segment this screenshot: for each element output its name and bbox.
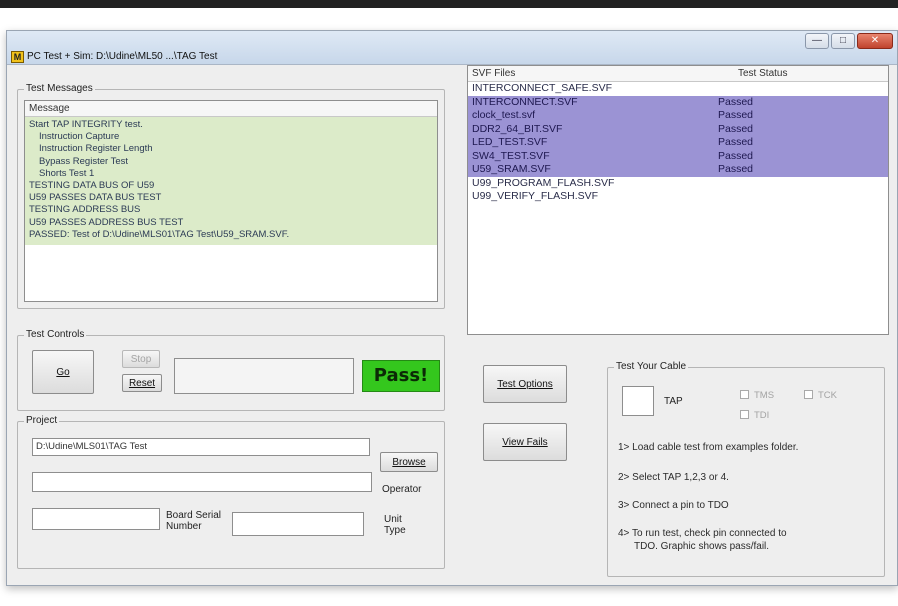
svf-row[interactable]: INTERCONNECT.SVF Passed — [468, 95, 888, 109]
operator-label: Operator — [382, 484, 422, 495]
unit-type-field[interactable] — [232, 512, 364, 536]
svf-row[interactable]: U99_VERIFY_FLASH.SVF — [468, 190, 888, 204]
view-fails-button[interactable]: View Fails — [483, 423, 567, 461]
window-controls: — □ ✕ — [805, 33, 893, 49]
stop-button[interactable]: Stop — [122, 350, 160, 368]
svf-row[interactable]: LED_TEST.SVF Passed — [468, 136, 888, 150]
app-window: M PC Test + Sim: D:\Udine\ML50 ...\TAG T… — [6, 30, 898, 586]
svf-test-status: Passed — [718, 122, 754, 135]
screenshot-stage: M PC Test + Sim: D:\Udine\ML50 ...\TAG T… — [0, 0, 898, 606]
message-line: TESTING ADDRESS BUS — [29, 204, 141, 216]
test-controls-group-label: Test Controls — [24, 329, 87, 340]
close-button[interactable]: ✕ — [857, 33, 893, 49]
test-messages-group-label: Test Messages — [24, 83, 95, 94]
svf-file-name: LED_TEST.SVF — [472, 136, 548, 148]
svf-file-name: U59_SRAM.SVF — [472, 163, 551, 175]
browse-button[interactable]: Browse — [380, 452, 438, 472]
test-status-column-header[interactable]: Test Status — [738, 66, 787, 81]
svf-row[interactable]: U59_SRAM.SVF Passed — [468, 163, 888, 177]
svf-test-status: Passed — [718, 109, 754, 121]
svf-list-header: SVF Files Test Status — [468, 66, 888, 82]
message-column-header[interactable]: Message — [25, 101, 437, 117]
svf-file-name: SW4_TEST.SVF — [472, 149, 550, 162]
message-line: TESTING DATA BUS OF U59 — [29, 180, 155, 192]
tck-checkbox[interactable] — [804, 390, 813, 399]
svf-row[interactable]: U99_PROGRAM_FLASH.SVF — [468, 177, 888, 191]
test-controls-group: Test Controls Go Stop Reset Pass! — [17, 329, 445, 411]
svf-test-status: Passed — [718, 136, 754, 148]
svf-files-list[interactable]: SVF Files Test Status INTERCONNECT_SAFE.… — [467, 65, 889, 335]
message-line: U59 PASSES DATA BUS TEST — [29, 192, 162, 204]
message-line: Instruction Register Length — [39, 143, 153, 155]
cable-instruction-4-cont: TDO. Graphic shows pass/fail. — [634, 541, 770, 552]
tap-label: TAP — [664, 396, 683, 407]
reset-button-label: Reset — [128, 377, 156, 389]
svf-files-column-header[interactable]: SVF Files — [472, 68, 515, 79]
project-path-field[interactable]: D:\Udine\MLS01\TAG Test — [32, 438, 370, 456]
test-messages-group: Test Messages Message Start TAP INTEGRIT… — [17, 83, 445, 309]
svf-file-name: INTERCONNECT.SVF — [472, 95, 578, 108]
cable-instruction-2: 2> Select TAP 1,2,3 or 4. — [618, 472, 729, 483]
message-line: Shorts Test 1 — [39, 167, 95, 179]
svf-row[interactable]: DDR2_64_BIT.SVF Passed — [468, 122, 888, 136]
svf-file-name: DDR2_64_BIT.SVF — [472, 122, 563, 135]
tdi-checkbox-label: TDI — [754, 410, 770, 421]
unit-type-label: Unit Type — [384, 514, 406, 536]
tck-checkbox-label: TCK — [818, 390, 837, 401]
reset-button[interactable]: Reset — [122, 374, 162, 392]
view-fails-button-label: View Fails — [502, 436, 548, 448]
svf-test-status: Passed — [718, 95, 754, 108]
tdi-checkbox[interactable] — [740, 410, 749, 419]
svf-row[interactable]: clock_test.svf Passed — [468, 109, 888, 123]
svf-file-name: U99_PROGRAM_FLASH.SVF — [472, 176, 615, 189]
app-logo-icon: M — [11, 51, 24, 63]
message-line: Bypass Register Test — [39, 155, 129, 167]
tap-number-field[interactable] — [622, 386, 654, 416]
board-serial-label: Board Serial Number — [166, 510, 222, 532]
progress-box — [174, 358, 354, 394]
maximize-button[interactable]: □ — [831, 33, 855, 49]
svf-test-status: Passed — [718, 163, 754, 175]
test-options-button[interactable]: Test Options — [483, 365, 567, 403]
cable-instruction-3: 3> Connect a pin to TDO — [618, 500, 729, 511]
svf-row[interactable]: SW4_TEST.SVF Passed — [468, 149, 888, 163]
svf-file-name: clock_test.svf — [472, 109, 536, 121]
top-dark-strip — [0, 0, 898, 8]
test-cable-group-label: Test Your Cable — [614, 361, 689, 372]
project-group-label: Project — [24, 415, 60, 426]
tms-checkbox[interactable] — [740, 390, 749, 399]
board-serial-field[interactable] — [32, 508, 160, 530]
operator-field[interactable] — [32, 472, 372, 492]
svf-file-name: INTERCONNECT_SAFE.SVF — [472, 82, 613, 94]
test-cable-group: Test Your Cable TAP TMS TCK TDI 1> Load … — [607, 361, 885, 577]
title-bar: M PC Test + Sim: D:\Udine\ML50 ...\TAG T… — [7, 31, 897, 65]
message-lines: Start TAP INTEGRITY test. Instruction Ca… — [25, 117, 437, 246]
message-line: Start TAP INTEGRITY test. — [29, 119, 143, 130]
tms-checkbox-label: TMS — [754, 390, 775, 401]
message-line: U59 PASSES ADDRESS BUS TEST — [29, 216, 184, 228]
svf-file-name: U99_VERIFY_FLASH.SVF — [472, 190, 599, 202]
go-button[interactable]: Go — [32, 350, 94, 394]
test-options-button-label: Test Options — [497, 378, 553, 390]
svf-rows: INTERCONNECT_SAFE.SVF INTERCONNECT.SVF Pa… — [468, 82, 888, 204]
cable-instruction-4: 4> To run test, check pin connected to — [618, 528, 787, 539]
pass-result-badge: Pass! — [362, 360, 440, 392]
message-line: Instruction Capture — [39, 131, 120, 143]
browse-button-label: Browse — [392, 456, 426, 468]
test-messages-list[interactable]: Message Start TAP INTEGRITY test. Instru… — [24, 100, 438, 302]
go-button-label: Go — [56, 366, 70, 378]
svf-row[interactable]: INTERCONNECT_SAFE.SVF — [468, 82, 888, 96]
project-group: Project D:\Udine\MLS01\TAG Test Browse O… — [17, 415, 445, 569]
window-title: PC Test + Sim: D:\Udine\ML50 ...\TAG Tes… — [27, 51, 218, 62]
svf-test-status: Passed — [718, 149, 754, 162]
minimize-button[interactable]: — — [805, 33, 829, 49]
message-line: PASSED: Test of D:\Udine\MLS01\TAG Test\… — [29, 228, 290, 240]
cable-instruction-1: 1> Load cable test from examples folder. — [618, 442, 799, 453]
stop-button-label: Stop — [130, 353, 152, 365]
